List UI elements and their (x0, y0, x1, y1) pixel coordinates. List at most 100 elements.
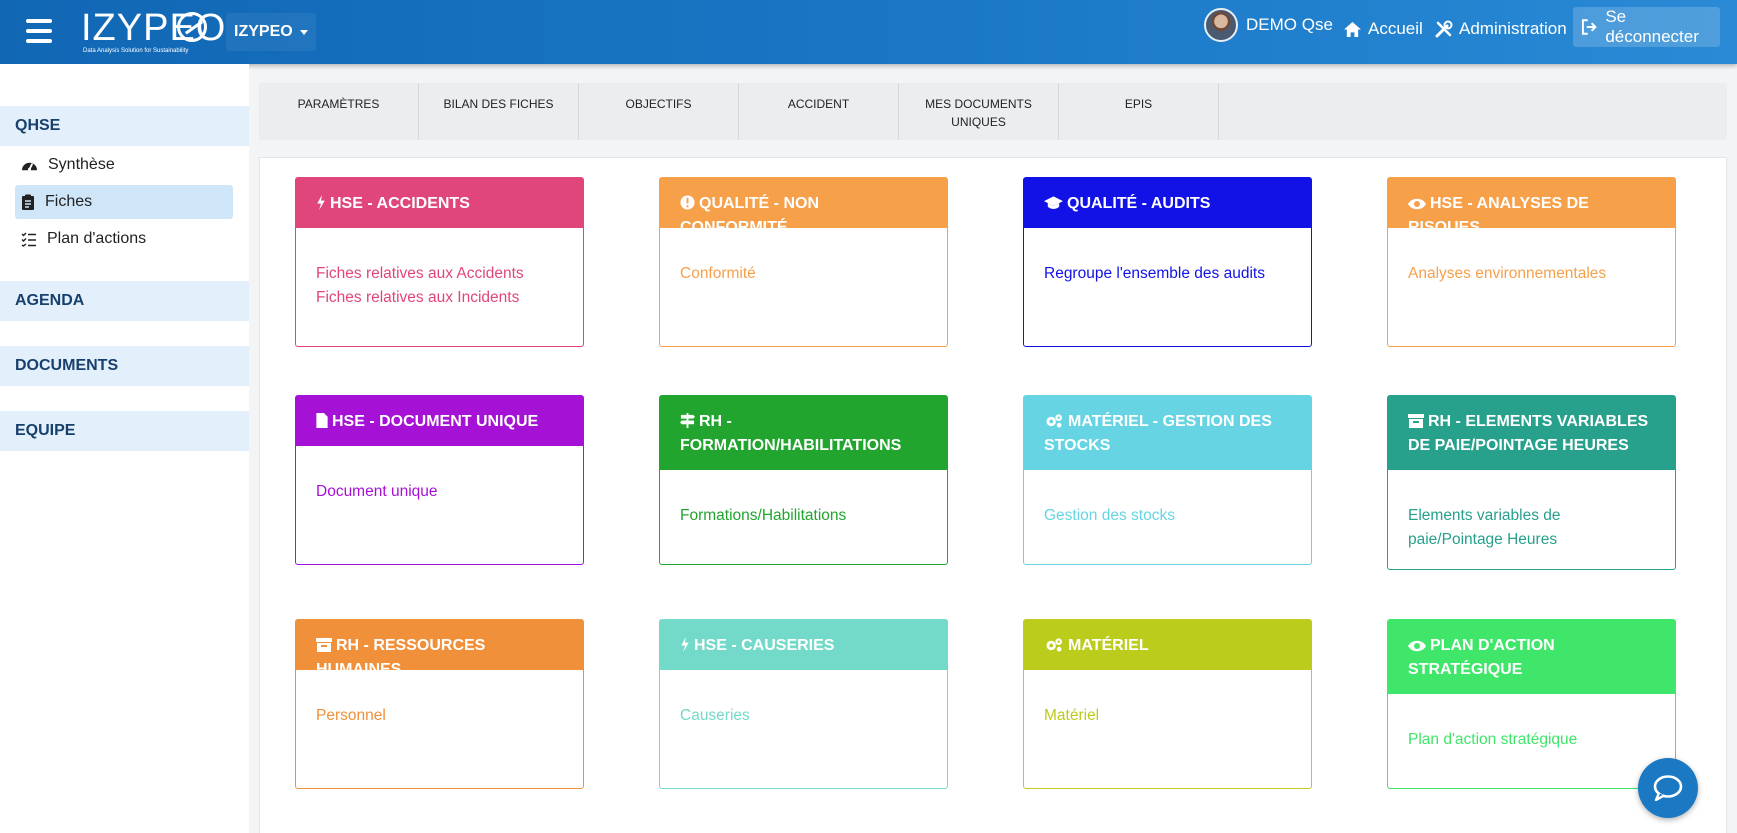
top-bar: IZYPEO Data Analysis Solution for Sustai… (0, 0, 1737, 64)
administration-link[interactable]: Administration (1435, 14, 1567, 44)
card-line[interactable]: Elements variables de paie/Pointage Heur… (1408, 504, 1655, 552)
sidebar-item-label: Synthèse (48, 156, 115, 173)
card-title: RH - ELEMENTS VARIABLES DE PAIE/POINTAGE… (1408, 413, 1649, 454)
home-icon (1344, 21, 1361, 37)
card-header: HSE - ACCIDENTS (296, 178, 583, 228)
sidebar-item-label: Fiches (45, 193, 93, 210)
sidebar-item-plan-actions[interactable]: Plan d'actions (15, 222, 233, 256)
tab-parametres[interactable]: PARAMÈTRES (259, 83, 419, 140)
card-line[interactable]: Document unique (316, 480, 563, 504)
logout-button[interactable]: Se déconnecter (1573, 7, 1720, 47)
card-qualite-non-conformite[interactable]: QUALITÉ - NON CONFORMITÉ Conformité (659, 177, 948, 347)
card-line[interactable]: Fiches relatives aux Incidents (316, 286, 563, 310)
logo[interactable]: IZYPEO Data Analysis Solution for Sustai… (81, 8, 225, 54)
home-label: Accueil (1368, 19, 1423, 38)
chat-bubble-icon (1653, 775, 1683, 801)
tools-icon (1435, 20, 1453, 38)
sidebar-item-fiches[interactable]: Fiches (15, 185, 233, 219)
card-title: MATÉRIEL - GESTION DES STOCKS (1044, 413, 1272, 454)
card-title: PLAN D'ACTION STRATÉGIQUE (1408, 637, 1555, 678)
chat-button[interactable] (1638, 758, 1698, 818)
cogs-icon (1046, 414, 1062, 428)
clipboard-icon (22, 194, 34, 210)
eye-icon (1408, 640, 1426, 652)
card-materiel[interactable]: MATÉRIEL Matériel (1023, 619, 1312, 789)
card-line[interactable]: Formations/Habilitations (680, 504, 927, 528)
card-line[interactable]: Regroupe l'ensemble des audits (1044, 262, 1291, 286)
menu-icon[interactable] (26, 18, 52, 44)
card-body: Regroupe l'ensemble des audits (1024, 228, 1311, 286)
card-line[interactable]: Plan d'action stratégique (1408, 728, 1655, 752)
card-hse-document-unique[interactable]: HSE - DOCUMENT UNIQUE Document unique (295, 395, 584, 565)
card-body: Matériel (1024, 670, 1311, 728)
archive-icon (316, 638, 332, 652)
caret-down-icon (299, 29, 308, 35)
card-line[interactable]: Personnel (316, 704, 563, 728)
sidebar-section-equipe[interactable]: EQUIPE (0, 411, 249, 451)
card-rh-ressources-humaines[interactable]: RH - RESSOURCES HUMAINES Personnel (295, 619, 584, 789)
card-hse-analyses-risques[interactable]: HSE - ANALYSES DE RISQUES Analyses envir… (1387, 177, 1676, 347)
eye-icon (1408, 198, 1426, 210)
app-switcher-label: IZYPEO (234, 23, 293, 40)
card-body: Fiches relatives aux Accidents Fiches re… (296, 228, 583, 310)
card-rh-formation-habilitations[interactable]: RH - FORMATION/HABILITATIONS Formations/… (659, 395, 948, 565)
tasks-icon (21, 232, 36, 247)
tab-bar: PARAMÈTRES BILAN DES FICHES OBJECTIFS AC… (259, 83, 1727, 140)
tab-bilan-des-fiches[interactable]: BILAN DES FICHES (419, 83, 579, 140)
card-title: MATÉRIEL (1068, 637, 1149, 654)
card-hse-causeries[interactable]: HSE - CAUSERIES Causeries (659, 619, 948, 789)
card-rh-elements-variables-paie[interactable]: RH - ELEMENTS VARIABLES DE PAIE/POINTAGE… (1387, 395, 1676, 570)
card-line[interactable]: Matériel (1044, 704, 1291, 728)
card-title: QUALITÉ - AUDITS (1067, 195, 1211, 212)
card-line[interactable]: Conformité (680, 262, 927, 286)
card-body: Plan d'action stratégique (1388, 694, 1675, 752)
card-body: Causeries (660, 670, 947, 728)
user-menu[interactable]: DEMO Qse (1204, 8, 1333, 42)
bolt-icon (317, 195, 325, 210)
card-body: Elements variables de paie/Pointage Heur… (1388, 470, 1675, 552)
sidebar-section-qhse[interactable]: QHSE (0, 106, 249, 146)
card-materiel-gestion-stocks[interactable]: MATÉRIEL - GESTION DES STOCKS Gestion de… (1023, 395, 1312, 565)
card-header: RH - RESSOURCES HUMAINES (296, 620, 583, 678)
card-hse-accidents[interactable]: HSE - ACCIDENTS Fiches relatives aux Acc… (295, 177, 584, 347)
card-body: Document unique (296, 446, 583, 504)
user-name: DEMO Qse (1246, 15, 1333, 34)
card-header: HSE - CAUSERIES (660, 620, 947, 670)
home-link[interactable]: Accueil (1343, 14, 1423, 44)
exclamation-circle-icon (680, 195, 695, 210)
tab-epis[interactable]: EPIS (1059, 83, 1219, 140)
logo-ring-icon (177, 12, 207, 42)
card-body: Gestion des stocks (1024, 470, 1311, 528)
tab-accident[interactable]: ACCIDENT (739, 83, 899, 140)
card-title: RH - FORMATION/HABILITATIONS (680, 413, 902, 454)
card-body: Formations/Habilitations (660, 470, 947, 528)
signpost-icon (680, 413, 695, 428)
cogs-icon (1046, 638, 1062, 652)
sidebar: QHSE Synthèse Fiches Plan d'actions AGEN… (0, 64, 249, 833)
sidebar-item-synthese[interactable]: Synthèse (15, 148, 233, 182)
card-line[interactable]: Gestion des stocks (1044, 504, 1291, 528)
card-title: HSE - DOCUMENT UNIQUE (332, 413, 539, 430)
card-plan-action-strategique[interactable]: PLAN D'ACTION STRATÉGIQUE Plan d'action … (1387, 619, 1676, 789)
gauge-icon (22, 162, 37, 171)
sidebar-section-agenda[interactable]: AGENDA (0, 281, 249, 321)
card-qualite-audits[interactable]: QUALITÉ - AUDITS Regroupe l'ensemble des… (1023, 177, 1312, 347)
archive-icon (1408, 414, 1424, 428)
logout-label: Se déconnecter (1605, 7, 1699, 46)
card-header: HSE - DOCUMENT UNIQUE (296, 396, 583, 446)
bolt-icon (681, 637, 689, 652)
card-title: HSE - CAUSERIES (694, 637, 835, 654)
app-switcher-dropdown[interactable]: IZYPEO (226, 13, 316, 51)
sidebar-section-documents[interactable]: DOCUMENTS (0, 346, 249, 386)
tab-mes-documents-uniques[interactable]: MES DOCUMENTS UNIQUES (899, 83, 1059, 140)
card-header: MATÉRIEL (1024, 620, 1311, 670)
card-header: RH - FORMATION/HABILITATIONS (660, 396, 947, 470)
card-line[interactable]: Causeries (680, 704, 927, 728)
card-header: RH - ELEMENTS VARIABLES DE PAIE/POINTAGE… (1388, 396, 1675, 470)
administration-label: Administration (1459, 19, 1567, 38)
card-line[interactable]: Analyses environnementales (1408, 262, 1655, 286)
card-line[interactable]: Fiches relatives aux Accidents (316, 262, 563, 286)
card-header: QUALITÉ - NON CONFORMITÉ (660, 178, 947, 236)
card-header: HSE - ANALYSES DE RISQUES (1388, 178, 1675, 236)
tab-objectifs[interactable]: OBJECTIFS (579, 83, 739, 140)
